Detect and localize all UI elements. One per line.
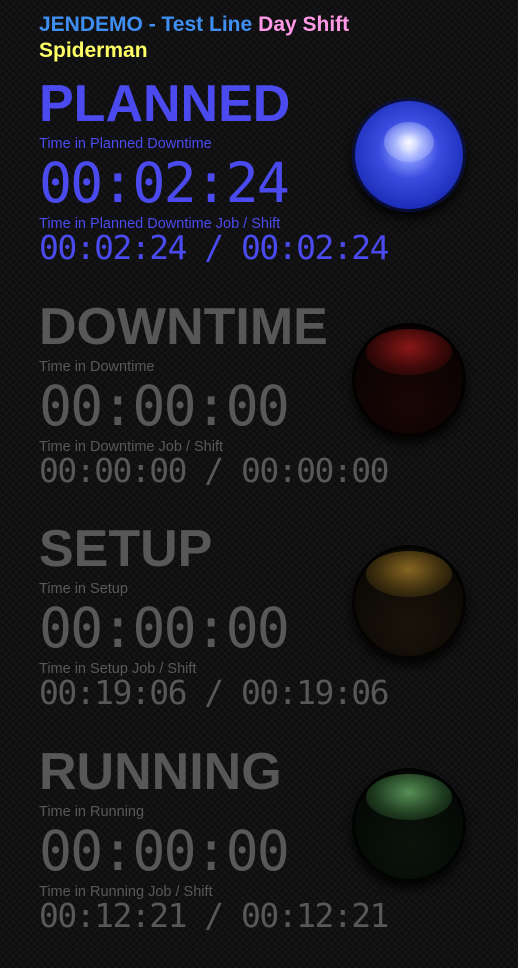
header-separator: - [142,13,162,36]
header: JENDEMO - Test Line Day Shift Spiderman [39,12,509,64]
state-panel-planned: PLANNED Time in Planned Downtime 00:02:2… [0,78,518,300]
time-label: Time in Downtime [39,359,155,375]
job-shift-timer: 00:02:24 / 00:02:24 [39,228,390,267]
header-title-line: JENDEMO - Test Line Day Shift [39,12,509,38]
status-lamp-blue-icon [352,98,466,212]
state-timer: 00:00:00 [39,374,290,438]
state-panel-downtime: DOWNTIME Time in Downtime 00:00:00 Time … [0,301,518,523]
state-title: DOWNTIME [39,298,328,356]
state-timer: 00:00:00 [39,596,290,660]
shift-name: Day Shift [258,13,350,36]
status-lamp-yellow-icon [352,545,466,659]
state-timer: 00:00:00 [39,819,290,883]
job-shift-timer: 00:00:00 / 00:00:00 [39,451,390,490]
operator-name: Spiderman [39,39,148,62]
state-panel-running: RUNNING Time in Running 00:00:00 Time in… [0,746,518,968]
line-name: Test Line [161,13,253,36]
time-label: Time in Running [39,804,145,820]
status-lamp-red-icon [352,323,466,437]
time-label: Time in Setup [39,581,128,597]
state-title: RUNNING [39,743,282,801]
job-shift-timer: 00:12:21 / 00:12:21 [39,896,390,935]
state-timer: 00:02:24 [39,151,290,215]
state-title: PLANNED [39,75,291,133]
company-name: JENDEMO [39,13,143,36]
status-lamp-green-icon [352,768,466,882]
state-title: SETUP [39,520,213,578]
state-panel-setup: SETUP Time in Setup 00:00:00 Time in Set… [0,523,518,745]
time-label: Time in Planned Downtime [39,136,212,152]
job-shift-timer: 00:19:06 / 00:19:06 [39,673,390,712]
